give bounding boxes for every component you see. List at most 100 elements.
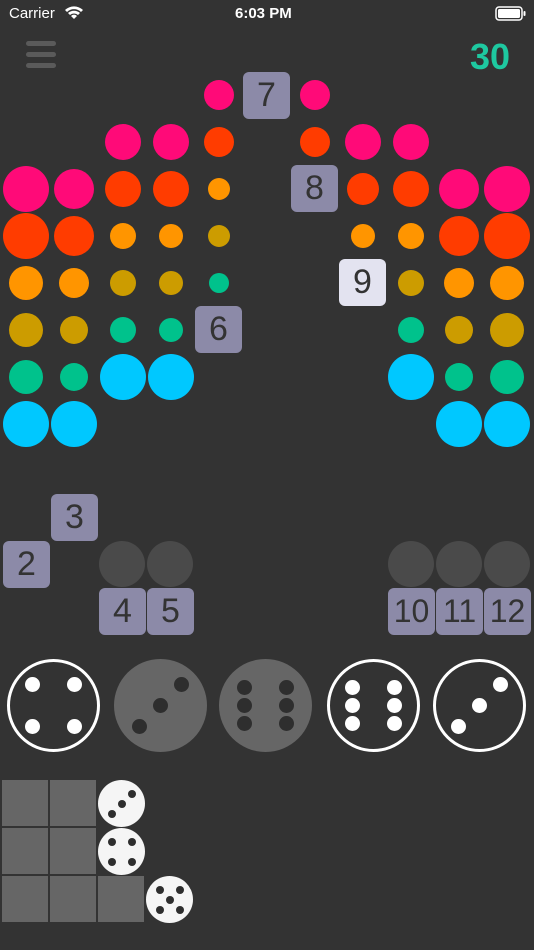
green-peg [490,360,524,394]
cyan-peg [51,401,97,447]
magenta-peg [153,124,189,160]
tile-2[interactable]: 2 [3,541,50,588]
mustard-peg [398,270,424,296]
die-4[interactable] [327,659,420,752]
tile-3[interactable]: 3 [51,494,98,541]
history-die [98,780,145,827]
die-pip [387,716,402,731]
die-pip [279,698,294,713]
orange-peg [444,268,474,298]
green-peg [9,360,43,394]
die-pip [237,716,252,731]
die-pip [155,905,164,914]
green-peg [110,317,136,343]
green-peg [445,363,473,391]
magenta-peg [393,124,429,160]
history-die [98,828,145,875]
tile-4[interactable]: 4 [99,588,146,635]
orange-peg [159,224,183,248]
die-pip [472,698,487,713]
red-peg [439,216,479,256]
magenta-peg [300,80,330,110]
die-pip [279,680,294,695]
orange-peg [398,223,424,249]
orange-peg [110,223,136,249]
die-pip [107,809,116,818]
cyan-peg [148,354,194,400]
tile-7[interactable]: 7 [243,72,290,119]
empty-slot [436,541,482,587]
cyan-peg [388,354,434,400]
cyan-peg [3,401,49,447]
red-peg [54,216,94,256]
die-pip [237,680,252,695]
board [0,0,534,460]
die-1[interactable] [7,659,100,752]
die-pip [387,680,402,695]
mustard-peg [208,225,230,247]
die-pip [387,698,402,713]
green-peg [60,363,88,391]
orange-peg [9,266,43,300]
magenta-peg [484,166,530,212]
mustard-peg [9,313,43,347]
history-cell [50,780,96,826]
tile-6[interactable]: 6 [195,306,242,353]
cyan-peg [100,354,146,400]
die-pip [174,677,189,692]
cyan-peg [436,401,482,447]
die-pip [493,677,508,692]
green-peg [209,273,229,293]
tile-10[interactable]: 10 [388,588,435,635]
die-pip [153,698,168,713]
orange-peg [351,224,375,248]
magenta-peg [439,169,479,209]
red-peg [393,171,429,207]
die-pip [155,885,164,894]
die-pip [25,719,40,734]
red-peg [347,173,379,205]
die-pip [107,857,116,866]
mustard-peg [445,316,473,344]
tile-5[interactable]: 5 [147,588,194,635]
tile-8[interactable]: 8 [291,165,338,212]
magenta-peg [105,124,141,160]
history-die [146,876,193,923]
history-cell [2,780,48,826]
green-peg [159,318,183,342]
die-pip [165,895,174,904]
die-pip [175,905,184,914]
die-pip [127,857,136,866]
die-pip [25,677,40,692]
mustard-peg [490,313,524,347]
die-3[interactable] [219,659,312,752]
mustard-peg [110,270,136,296]
die-5[interactable] [433,659,526,752]
die-pip [132,719,147,734]
history-cell [50,828,96,874]
history-cell [2,876,48,922]
red-peg [3,213,49,259]
die-pip [67,719,82,734]
history-cell [98,876,144,922]
die-pip [107,837,116,846]
tile-9[interactable]: 9 [339,259,386,306]
magenta-peg [204,80,234,110]
mustard-peg [60,316,88,344]
die-pip [451,719,466,734]
magenta-peg [54,169,94,209]
die-pip [175,885,184,894]
mustard-peg [159,271,183,295]
die-pip [279,716,294,731]
tile-11[interactable]: 11 [436,588,483,635]
die-pip [127,837,136,846]
history-cell [2,828,48,874]
empty-slot [484,541,530,587]
die-pip [67,677,82,692]
red-peg [105,171,141,207]
orange-peg [208,178,230,200]
magenta-peg [3,166,49,212]
empty-slot [147,541,193,587]
tile-12[interactable]: 12 [484,588,531,635]
die-2[interactable] [114,659,207,752]
